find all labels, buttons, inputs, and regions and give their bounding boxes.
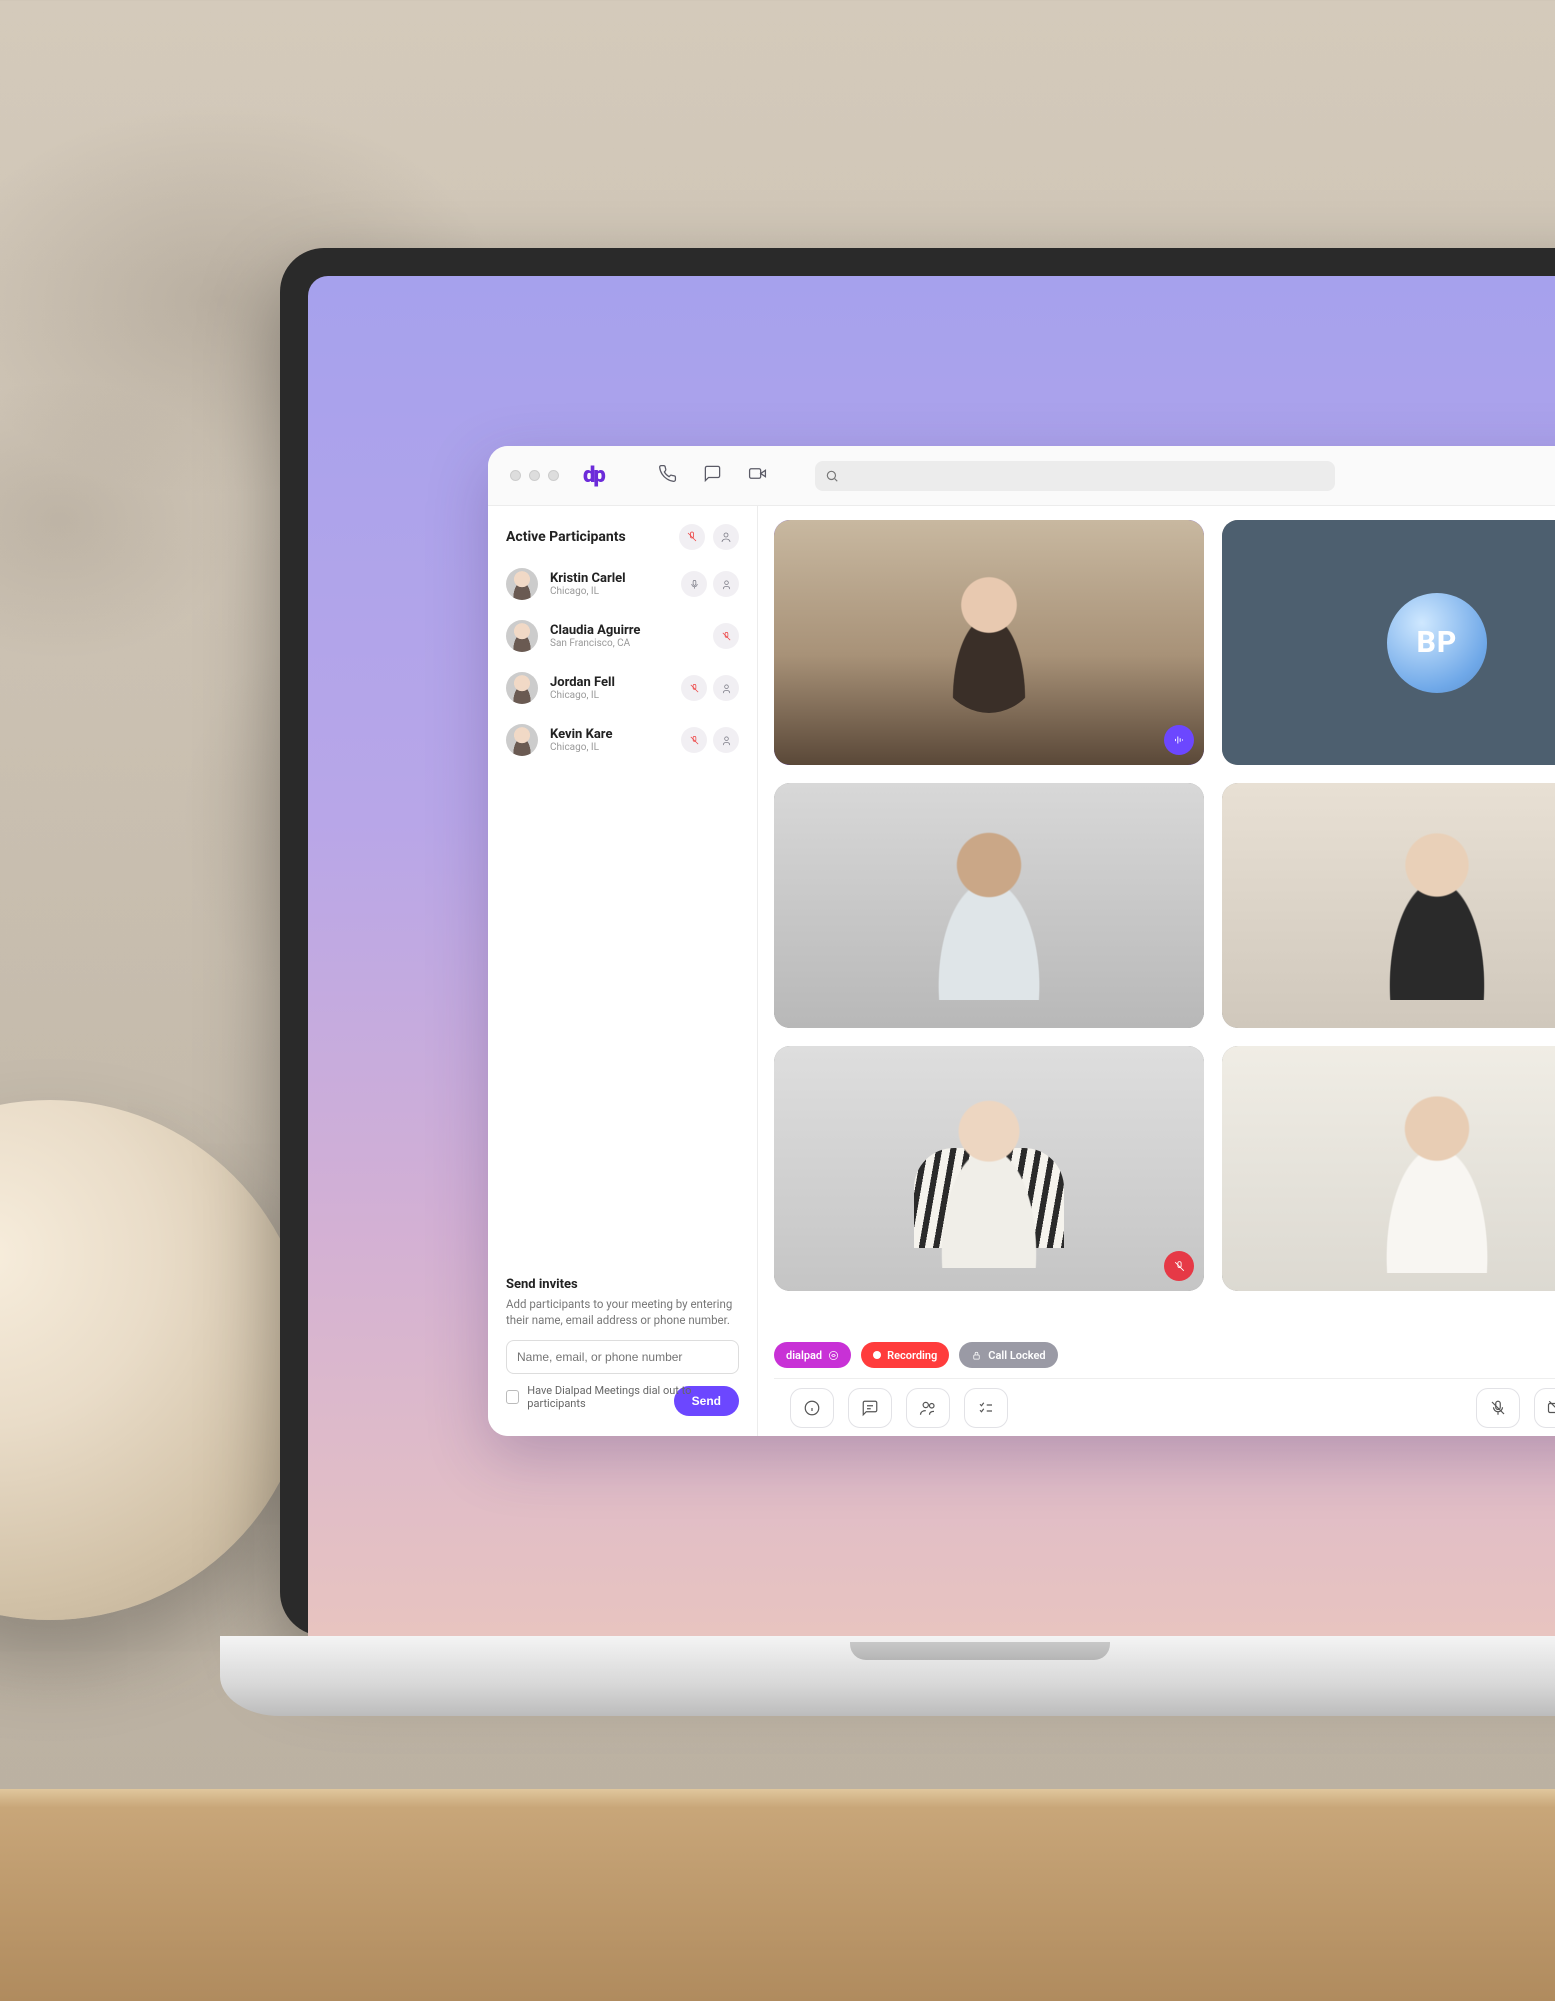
participant-video [1222, 783, 1555, 1028]
brand-logo: dp [583, 463, 604, 488]
info-button[interactable] [790, 1388, 834, 1428]
muted-icon [1164, 1251, 1194, 1281]
meeting-toolbar [774, 1378, 1555, 1436]
chat-icon[interactable] [703, 464, 722, 487]
invite-description: Add participants to your meeting by ente… [506, 1296, 739, 1328]
participant-row[interactable]: Kristin Carlel Chicago, IL [488, 558, 757, 610]
window-controls[interactable] [510, 470, 559, 481]
participant-video [1222, 1046, 1555, 1291]
dial-out-label: Have Dialpad Meetings dial out to partic… [527, 1384, 739, 1410]
mic-muted-icon[interactable] [681, 675, 707, 701]
avatar [506, 724, 538, 756]
video-tile[interactable] [774, 1046, 1204, 1291]
speaking-icon [1164, 725, 1194, 755]
video-tile[interactable]: BP [1222, 520, 1555, 765]
app-window: dp Active Participants [488, 446, 1555, 1436]
status-bar: dialpad Recording Call Locked [774, 1328, 1555, 1378]
participant-name: Jordan Fell [550, 675, 669, 690]
participant-row[interactable]: Kevin Kare Chicago, IL [488, 714, 757, 766]
video-tile[interactable] [774, 520, 1204, 765]
participant-location: Chicago, IL [550, 690, 669, 701]
video-tile[interactable] [1222, 1046, 1555, 1291]
tasks-button[interactable] [964, 1388, 1008, 1428]
avatar [506, 672, 538, 704]
window-minimize-icon[interactable] [529, 470, 540, 481]
laptop-frame: dp Active Participants [280, 248, 1555, 1716]
person-icon[interactable] [713, 571, 739, 597]
participant-video [774, 1046, 1204, 1291]
invite-input[interactable] [506, 1340, 739, 1374]
participant-row[interactable]: Claudia Aguirre San Francisco, CA [488, 610, 757, 662]
participants-button[interactable] [906, 1388, 950, 1428]
chat-button[interactable] [848, 1388, 892, 1428]
sidebar: Active Participants [488, 506, 758, 1436]
person-icon[interactable] [713, 675, 739, 701]
video-grid: BP [774, 520, 1555, 1328]
video-icon[interactable] [748, 464, 767, 487]
invite-section: Send invites Add participants to your me… [488, 1261, 757, 1436]
titlebar: dp [488, 446, 1555, 506]
participant-video [774, 783, 1204, 1028]
participant-name: Kristin Carlel [550, 571, 669, 586]
recording-pill[interactable]: Recording [861, 1342, 949, 1368]
mic-muted-icon[interactable] [713, 623, 739, 649]
decor-desk [0, 1801, 1555, 2001]
dial-out-checkbox[interactable] [506, 1390, 519, 1404]
participant-location: Chicago, IL [550, 586, 669, 597]
avatar [506, 620, 538, 652]
brand-pill[interactable]: dialpad [774, 1342, 851, 1368]
video-tile[interactable] [774, 783, 1204, 1028]
person-icon[interactable] [713, 727, 739, 753]
invite-title: Send invites [506, 1277, 739, 1292]
participant-video [774, 520, 1204, 765]
camera-toggle-button[interactable] [1534, 1388, 1555, 1428]
window-close-icon[interactable] [510, 470, 521, 481]
search-input[interactable] [815, 461, 1335, 491]
mic-icon[interactable] [681, 571, 707, 597]
participant-video: BP [1222, 520, 1555, 765]
avatar [506, 568, 538, 600]
add-person-button[interactable] [713, 524, 739, 550]
participant-row[interactable]: Jordan Fell Chicago, IL [488, 662, 757, 714]
phone-icon[interactable] [658, 464, 677, 487]
mic-toggle-button[interactable] [1476, 1388, 1520, 1428]
participant-location: San Francisco, CA [550, 638, 701, 649]
participant-location: Chicago, IL [550, 742, 669, 753]
video-content: BP [758, 506, 1555, 1436]
mute-all-button[interactable] [679, 524, 705, 550]
call-locked-pill[interactable]: Call Locked [959, 1342, 1057, 1368]
sidebar-title: Active Participants [506, 529, 626, 545]
participant-name: Claudia Aguirre [550, 623, 701, 638]
window-maximize-icon[interactable] [548, 470, 559, 481]
video-tile[interactable] [1222, 783, 1555, 1028]
mic-muted-icon[interactable] [681, 727, 707, 753]
participant-name: Kevin Kare [550, 727, 669, 742]
avatar-initials: BP [1387, 593, 1487, 693]
